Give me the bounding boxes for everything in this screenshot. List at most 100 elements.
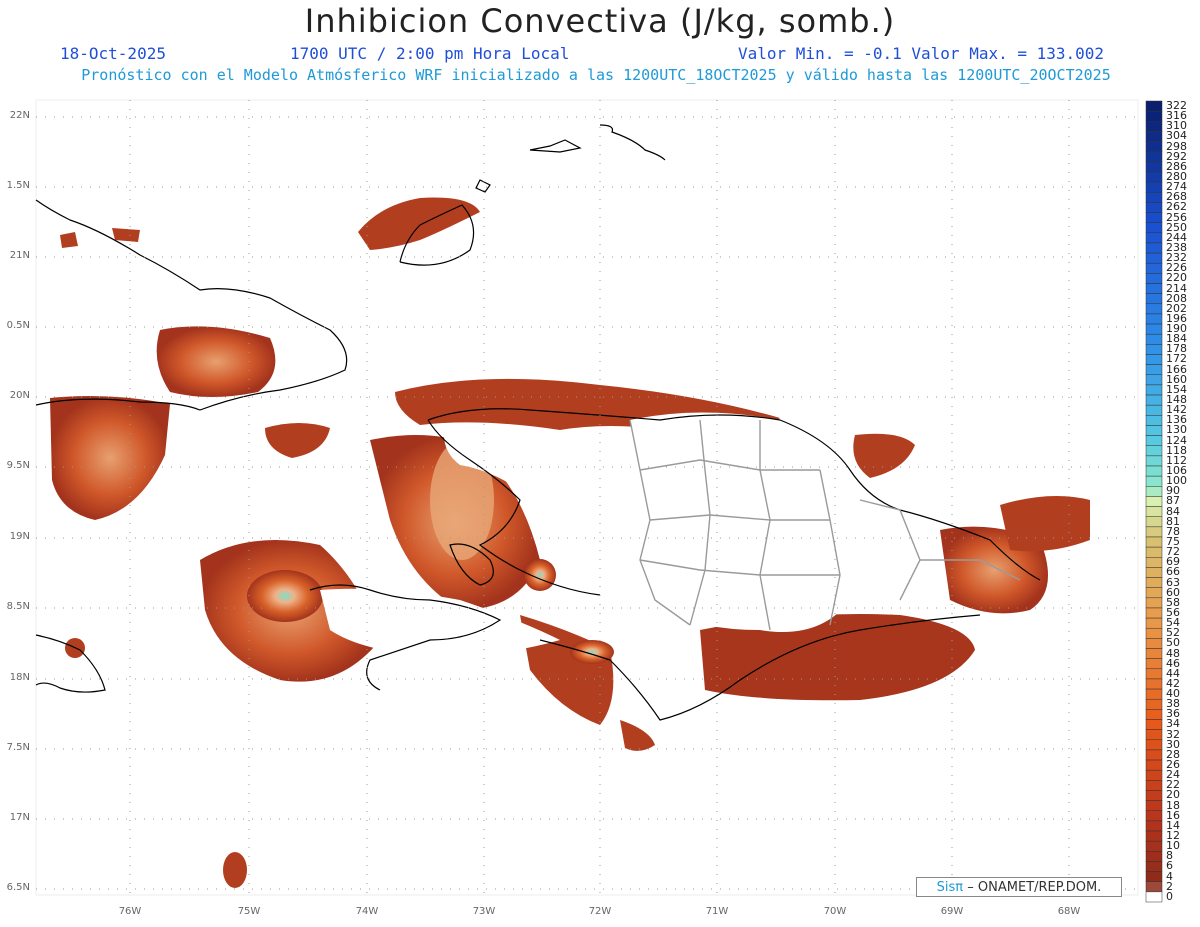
colorbar-swatch <box>1145 415 1163 426</box>
colorbar-swatch <box>1145 516 1163 528</box>
colorbar-swatch <box>1145 739 1163 751</box>
colorbar-swatch <box>1145 262 1163 274</box>
colorbar-swatch <box>1145 425 1163 436</box>
colorbar-swatch <box>1145 617 1163 629</box>
colorbar-swatch <box>1145 475 1163 487</box>
lat-label: 18N <box>9 672 30 683</box>
colorbar-swatch <box>1145 648 1163 659</box>
colorbar-swatch <box>1145 212 1163 223</box>
lat-label: 17N <box>9 812 30 823</box>
lon-label: 73W <box>472 906 496 917</box>
colorbar-swatch <box>1145 222 1163 234</box>
colorbar-swatch <box>1145 121 1163 132</box>
colorbar-swatch <box>1145 709 1163 720</box>
colorbar-swatch <box>1145 374 1163 386</box>
colorbar-swatch <box>1145 840 1163 852</box>
lon-label: 75W <box>237 906 261 917</box>
colorbar-swatch <box>1145 810 1163 822</box>
lat-label: 19N <box>9 531 30 542</box>
colorbar-swatch <box>1145 293 1163 305</box>
colorbar-swatch <box>1145 131 1163 142</box>
colorbar-swatch <box>1145 435 1163 446</box>
lat-label: 8.5N <box>6 601 30 612</box>
colorbar-swatch <box>1145 354 1163 365</box>
colorbar-swatch <box>1145 110 1163 122</box>
colorbar-swatch <box>1145 506 1163 517</box>
colorbar-swatch <box>1145 526 1163 538</box>
colorbar-swatch <box>1145 587 1163 599</box>
colorbar-swatch <box>1145 151 1163 163</box>
lon-label: 71W <box>705 906 729 917</box>
credit-box: Sisπ – ONAMET/REP.DOM. <box>916 877 1122 897</box>
colorbar-swatch <box>1145 273 1163 284</box>
colorbar-swatch <box>1145 486 1163 497</box>
lon-label: 76W <box>118 906 142 917</box>
colorbar-swatch <box>1145 394 1163 406</box>
lon-label: 70W <box>823 906 847 917</box>
plot-area <box>35 99 1139 896</box>
colorbar-swatch <box>1145 141 1163 152</box>
colorbar-swatch <box>1145 759 1163 771</box>
credit-logo: Sisπ <box>936 880 964 895</box>
colorbar-swatch <box>1145 384 1163 396</box>
colorbar-swatch <box>1145 891 1163 903</box>
colorbar-swatch <box>1145 658 1163 670</box>
colorbar-label: 0 <box>1166 889 1173 903</box>
colorbar-swatch <box>1145 881 1163 893</box>
map-canvas <box>35 99 1163 903</box>
lon-label: 68W <box>1057 906 1081 917</box>
colorbar-swatch <box>1145 344 1163 355</box>
colorbar-swatch <box>1145 830 1163 842</box>
colorbar-swatch <box>1145 668 1163 680</box>
colorbar-swatch <box>1145 536 1163 548</box>
colorbar-swatch <box>1145 851 1163 862</box>
colorbar-swatch <box>1145 161 1163 173</box>
colorbar-swatch <box>1145 577 1163 588</box>
colorbar-swatch <box>1145 567 1163 578</box>
lat-label: 1.5N <box>6 180 30 191</box>
lat-label: 0.5N <box>6 320 30 331</box>
colorbar-swatch <box>1145 303 1163 315</box>
colorbar-swatch <box>1145 496 1163 507</box>
colorbar-swatch <box>1145 546 1163 558</box>
colorbar-swatch <box>1145 861 1163 872</box>
colorbar-swatch <box>1145 455 1163 467</box>
lat-label: 9.5N <box>6 460 30 471</box>
credit-org: – ONAMET/REP.DOM. <box>967 880 1102 895</box>
colorbar <box>1145 100 1163 903</box>
colorbar-swatch <box>1145 790 1163 801</box>
colorbar-swatch <box>1145 404 1163 416</box>
colorbar-swatch <box>1145 364 1163 376</box>
colorbar-swatch <box>1145 820 1163 832</box>
colorbar-swatch <box>1145 597 1163 609</box>
lat-label: 6.5N <box>6 882 30 893</box>
colorbar-swatch <box>1145 719 1163 730</box>
lon-label: 72W <box>588 906 612 917</box>
colorbar-swatch <box>1145 181 1163 193</box>
lon-label: 74W <box>355 906 379 917</box>
colorbar-swatch <box>1145 192 1163 203</box>
colorbar-swatch <box>1145 769 1163 781</box>
colorbar-swatch <box>1145 242 1163 254</box>
colorbar-swatch <box>1145 333 1163 345</box>
colorbar-swatch <box>1145 749 1163 761</box>
lat-label: 7.5N <box>6 742 30 753</box>
colorbar-swatch <box>1145 780 1163 791</box>
lon-label: 69W <box>940 906 964 917</box>
colorbar-swatch <box>1145 729 1163 741</box>
colorbar-swatch <box>1145 557 1163 568</box>
colorbar-swatch <box>1145 698 1163 710</box>
colorbar-swatch <box>1145 638 1163 649</box>
lat-label: 22N <box>9 110 30 121</box>
colorbar-swatch <box>1145 607 1163 619</box>
colorbar-swatch <box>1145 678 1163 690</box>
colorbar-swatch <box>1145 627 1163 639</box>
colorbar-swatch <box>1145 323 1163 335</box>
lat-label: 20N <box>9 390 30 401</box>
colorbar-swatch <box>1145 313 1163 325</box>
colorbar-swatch <box>1145 171 1163 183</box>
lat-label: 21N <box>9 250 30 261</box>
colorbar-swatch <box>1145 445 1163 457</box>
colorbar-swatch <box>1145 283 1163 294</box>
colorbar-swatch <box>1145 202 1163 213</box>
